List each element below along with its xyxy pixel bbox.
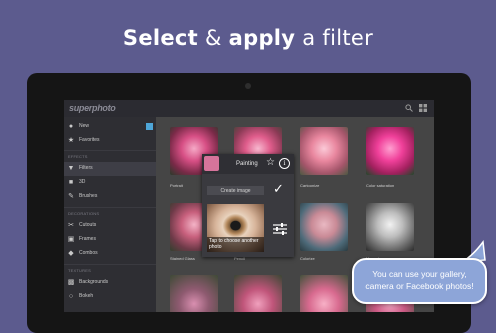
sidebar-item-label: Favorites [79,137,100,143]
star-icon[interactable]: ☆ [266,158,275,168]
star-icon: ★ [67,137,75,144]
section-textures: TEXTURES [68,268,91,273]
photo-picker[interactable]: Tap to choose another photo [207,204,264,252]
filter-caption: Color saturation [366,183,395,188]
new-badge [146,123,153,130]
headline: Select & apply a filter [0,26,496,50]
dialog-title: Painting [236,161,258,167]
sidebar-item-label: Frames [79,236,96,242]
headline-apply: apply [228,26,296,50]
filter-tile-monochrome[interactable] [366,203,414,251]
speech-bubble-text: You can use your gallery, camera or Face… [354,268,485,292]
speech-bubble-line: camera or Facebook photos! [365,281,474,291]
dialog-header: Painting ☆ i [202,154,294,174]
sidebar-divider [64,207,156,208]
filter-caption: Cartoonize [300,183,320,188]
sidebar-item-combos[interactable]: ◆ Combos [64,247,156,261]
filter-caption: Colorize [300,256,315,261]
sidebar-item-label: New [79,123,90,129]
create-image-button[interactable]: Create image [207,186,264,195]
drop-icon: ● [68,123,74,130]
sidebar-item-bokeh[interactable]: ○ Bokeh [64,290,156,304]
cube-icon: ■ [68,179,74,186]
speech-bubble: You can use your gallery, camera or Face… [352,258,487,304]
app-logo: superphoto [69,103,116,113]
photo-caption-bar: Tap to choose another photo [207,237,264,252]
sidebar-item-label: Bokeh [79,293,94,299]
sidebar-item-label: Brushes [79,193,98,199]
filter-tile-color-saturation[interactable] [366,127,414,175]
sidebar-item-frames[interactable]: ▣ Frames [64,233,156,247]
sidebar: ● New ★ Favorites EFFECTS ▼ Filters ■ 3D… [64,117,156,312]
sidebar-item-backgrounds[interactable]: ▩ Backgrounds [64,276,156,290]
filter-tile-colorize[interactable] [300,203,348,251]
section-decorations: DECORATIONS [68,211,100,216]
info-icon[interactable]: i [279,158,290,169]
brush-icon: ✎ [68,193,74,200]
tablet-camera [245,83,251,89]
frame-icon: ▣ [67,236,75,243]
create-image-label: Create image [220,188,251,194]
speech-bubble-line: You can use your gallery, [372,269,467,279]
sidebar-item-cutouts[interactable]: ✂ Cutouts [64,219,156,233]
filter-thumbnail [204,156,219,171]
sidebar-item-3d[interactable]: ■ 3D [64,176,156,190]
filter-dialog: Painting ☆ i Create image ✓ Tap to choos… [202,154,294,257]
headline-select: Select [122,26,199,50]
headline-ampersand: & [205,26,222,50]
sidebar-item-label: 3D [79,179,86,185]
filter-tile-cartoonize[interactable] [300,127,348,175]
bokeh-icon: ○ [68,293,74,300]
search-icon[interactable] [405,104,413,114]
filter-caption: Portrait [170,183,183,188]
filter-tile[interactable] [170,275,218,312]
combo-icon: ◆ [68,250,74,257]
sidebar-item-label: Combos [79,250,98,256]
scissors-icon: ✂ [68,222,74,229]
sidebar-divider [64,150,156,151]
funnel-icon: ▼ [67,165,75,172]
filter-caption: Stained Glass [170,256,195,261]
filter-tile[interactable] [300,275,348,312]
sidebar-item-label: Cutouts [79,222,97,228]
section-effects: EFFECTS [68,154,88,159]
sidebar-item-label: Backgrounds [79,279,109,285]
filter-tile[interactable] [234,275,282,312]
app-bar: superphoto [64,100,434,117]
background-icon: ▩ [67,279,75,286]
sidebar-item-filters[interactable]: ▼ Filters [64,162,156,176]
sidebar-item-brushes[interactable]: ✎ Brushes [64,190,156,204]
grid-view-icon[interactable] [419,104,427,114]
checkmark-icon[interactable]: ✓ [273,182,284,195]
sidebar-item-favorites[interactable]: ★ Favorites [64,134,156,148]
sliders-icon[interactable] [273,222,287,240]
photo-caption: Tap to choose another photo [209,238,259,250]
sidebar-item-new[interactable]: ● New [64,120,156,134]
headline-filter: a filter [302,26,374,50]
sidebar-divider [64,264,156,265]
sidebar-item-label: Filters [79,165,93,171]
